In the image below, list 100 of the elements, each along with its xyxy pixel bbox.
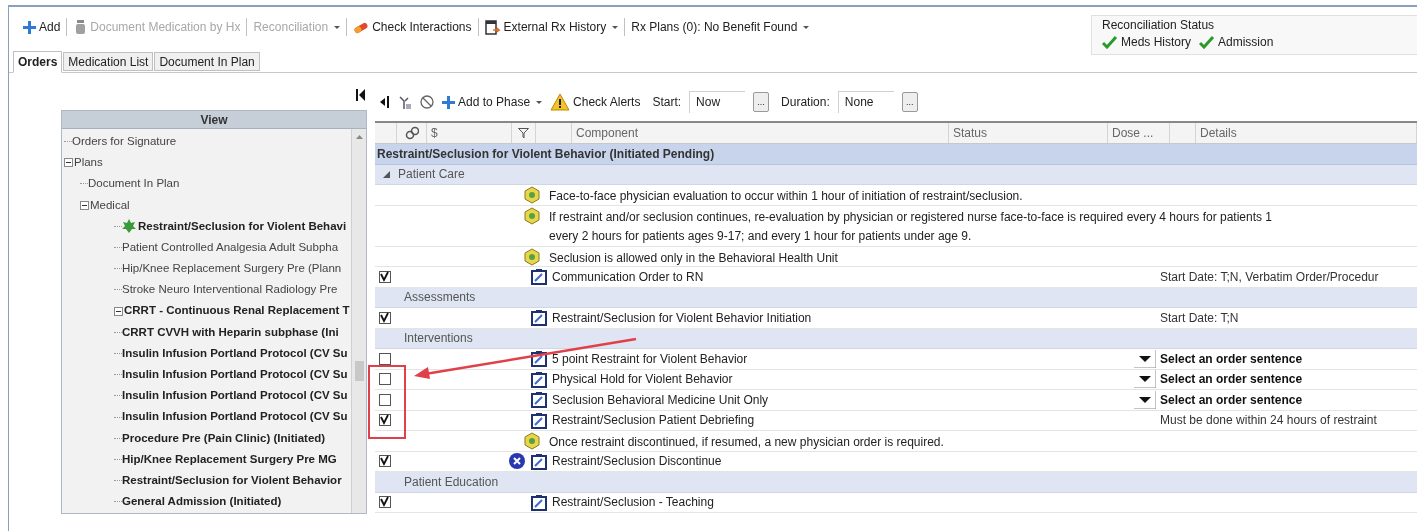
warning-icon [550, 93, 571, 111]
hexagon-icon [523, 247, 541, 266]
section-label: Patient Care [398, 166, 465, 184]
ban-icon[interactable] [420, 95, 434, 109]
details-text: Select an order sentence [1159, 350, 1303, 368]
tree-item[interactable]: Medical [90, 196, 130, 214]
collapse-left-icon[interactable] [379, 96, 389, 108]
triangle-icon[interactable] [383, 170, 390, 178]
tree-item[interactable]: Restraint/Seclusion for Violent Behavi [122, 217, 347, 235]
checkbox[interactable] [379, 270, 391, 283]
column-header: Component [572, 123, 949, 143]
browse-button[interactable]: ... [901, 92, 918, 112]
column-header: Details [1196, 123, 1417, 143]
toolbar-button[interactable]: External Rx History [484, 18, 619, 36]
checkbox[interactable] [379, 455, 391, 468]
tree-item[interactable]: Procedure Pre (Pain Clinic) (Initiated) [122, 429, 326, 447]
caret-icon [803, 25, 810, 29]
tree-item[interactable]: Plans [74, 154, 103, 172]
plus-icon [442, 95, 455, 109]
checkbox[interactable] [379, 414, 391, 427]
details-text: Start Date: T;N [1159, 309, 1239, 327]
link-icon [404, 126, 419, 140]
tree-item[interactable]: Hip/Knee Replacement Surgery Pre (Plann [122, 260, 342, 278]
caret-icon [334, 25, 341, 29]
status-label: Admission [1218, 34, 1274, 51]
dropdown-button[interactable] [1134, 390, 1156, 409]
input-field[interactable]: None [837, 91, 894, 113]
checkbox[interactable] [379, 393, 391, 406]
star-icon [122, 219, 136, 234]
checkbox[interactable] [379, 352, 391, 365]
dropdown-button[interactable] [1134, 349, 1156, 368]
tree-item[interactable]: Insulin Infusion Portland Protocol (CV Su [122, 366, 348, 384]
checkbox[interactable] [379, 311, 391, 324]
toolbar-button[interactable]: Rx Plans (0): No Benefit Found [631, 18, 810, 36]
component-text: Seclusion Behavioral Medicine Unit Only [551, 391, 770, 409]
details-text: Select an order sentence [1159, 371, 1303, 389]
collapse-icon[interactable] [356, 89, 365, 101]
plus-icon [23, 20, 36, 34]
tree-item[interactable]: General Admission (Initiated) [122, 493, 282, 511]
hexagon-icon [523, 432, 541, 450]
note-text: Seclusion is allowed only in the Behavioral Health Unit [549, 249, 838, 267]
status-label: Meds History [1121, 34, 1191, 51]
panel-header: View [62, 111, 366, 129]
component-text: 5 point Restraint for Violent Behavior [551, 350, 749, 368]
component-text: Restraint/Seclusion - Teaching [551, 494, 715, 512]
browse-button[interactable]: ... [753, 92, 770, 112]
expander-icon[interactable] [114, 306, 123, 316]
filter-icon[interactable] [518, 127, 529, 139]
dropdown-button[interactable] [1134, 370, 1156, 389]
details-text: Must be done within 24 hours of restraint [1159, 412, 1377, 430]
caret-icon [612, 25, 619, 29]
section-label: Interventions [404, 330, 473, 348]
sprout-icon[interactable] [397, 94, 412, 110]
toolbar-button[interactable]: Add to Phase [442, 93, 543, 111]
toolbar-button[interactable]: Check Interactions [353, 18, 472, 36]
caret-icon [536, 100, 543, 104]
section-label: Patient Education [404, 473, 499, 491]
details-text: Start Date: T;N, Verbatim Order/Procedur [1159, 268, 1379, 286]
component-text: Communication Order to RN [551, 268, 705, 286]
tree-item[interactable]: Stroke Neuro Interventional Radiology Pre [122, 281, 338, 299]
component-text: Restraint/Seclusion Patient Debriefing [551, 412, 756, 430]
document-icon [484, 19, 501, 35]
tree-item[interactable]: Restraint/Seclusion for Violent Behavior [122, 471, 342, 490]
tab[interactable]: Orders [13, 51, 63, 73]
tree-item[interactable]: CRRT - Continuous Renal Replacement T [124, 302, 350, 320]
tree-item[interactable]: Patient Controlled Analgesia Adult Subpha [122, 238, 339, 257]
input-field[interactable]: Now [689, 91, 746, 113]
tab[interactable]: Medication List [63, 52, 154, 71]
tree-item[interactable]: Insulin Infusion Portland Protocol (CV Su [122, 408, 348, 426]
details-text: Select an order sentence [1159, 391, 1303, 409]
column-header: $ [427, 123, 512, 143]
section-label: Assessments [404, 289, 476, 307]
column-header: Dose ... [1108, 123, 1170, 143]
field-label: Duration: [781, 94, 830, 111]
tab[interactable]: Document In Plan [154, 52, 260, 71]
tree-item[interactable]: Hip/Knee Replacement Surgery Pre MG [122, 450, 337, 469]
tree-item[interactable]: CRRT CVVH with Heparin subphase (Ini [122, 323, 339, 341]
note-text: Face-to-face physician evaluation to occur within 1 hour of initiation of restraint/seclusion. [549, 188, 1023, 205]
expander-icon[interactable] [64, 158, 73, 168]
scrollbar-thumb[interactable] [354, 361, 364, 381]
toolbar-button[interactable]: Add [23, 18, 61, 36]
checkbox[interactable] [379, 373, 391, 386]
note-text: Once restraint discontinued, if resumed, a new physician order is required. [549, 434, 944, 451]
group-title: Restraint/Seclusion for Violent Behavior (Initiated Pending) [377, 145, 715, 163]
component-text: Restraint/Seclusion for Violent Behavior Initiation [551, 309, 813, 327]
tree-item[interactable]: Insulin Infusion Portland Protocol (CV Su [122, 344, 348, 363]
component-text: Physical Hold for Violent Behavior [551, 371, 734, 389]
expander-icon[interactable] [80, 200, 89, 210]
tree-item[interactable]: Insulin Infusion Portland Protocol (CV Su [122, 387, 348, 405]
scroll-up-icon[interactable] [355, 135, 363, 139]
hexagon-icon [523, 186, 541, 204]
hexagon-icon [523, 206, 541, 225]
note-text: If restraint and/or seclusion continues, re-evaluation by physician or registered nurse face-to-face is required every 4 hours for patients 1 [549, 208, 1273, 226]
column-header: Status [949, 123, 1108, 143]
toolbar-button[interactable]: Check Alerts [550, 93, 641, 111]
checkbox[interactable] [379, 496, 391, 509]
scrollbar[interactable] [351, 129, 366, 513]
component-text: Restraint/Seclusion Discontinue [551, 453, 723, 471]
tree-item[interactable]: Orders for Signature [72, 132, 177, 151]
tree-item[interactable]: Document In Plan [88, 175, 180, 193]
